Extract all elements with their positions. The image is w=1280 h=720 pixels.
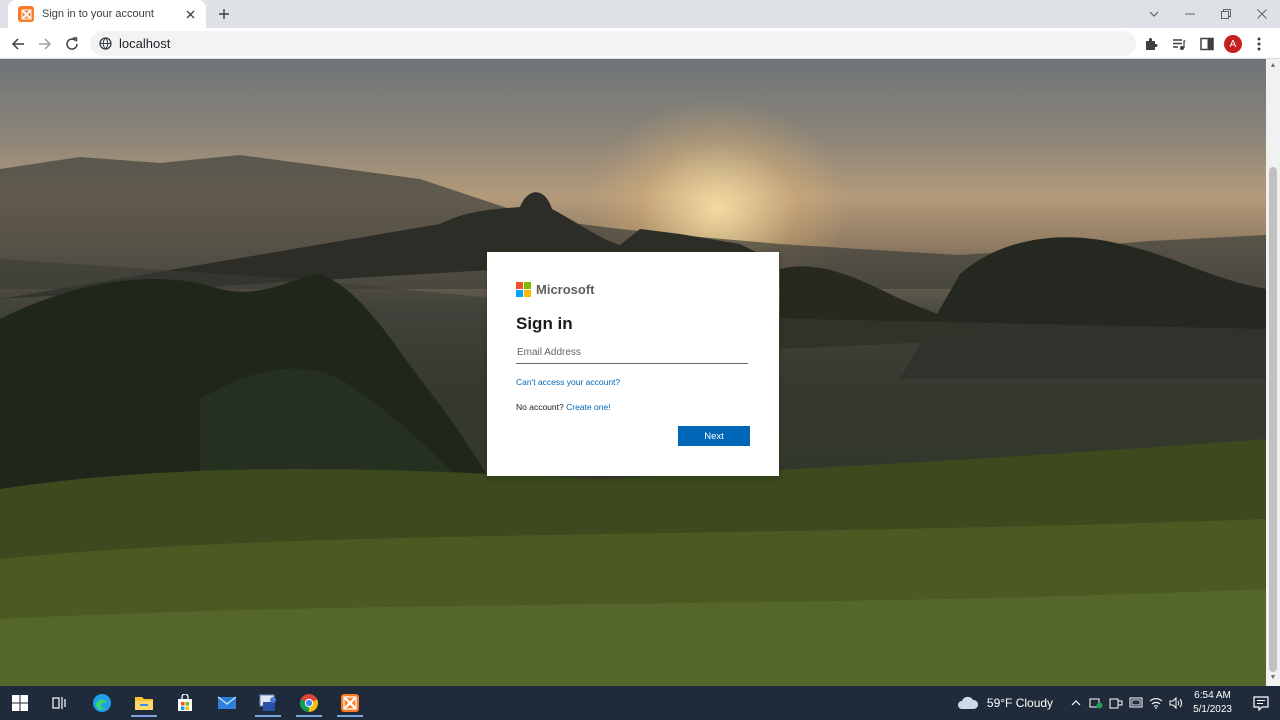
- email-field[interactable]: [516, 342, 748, 364]
- store-icon[interactable]: [168, 689, 202, 717]
- clock-date: 5/1/2023: [1193, 704, 1232, 715]
- back-arrow-icon[interactable]: [6, 32, 30, 56]
- mail-icon[interactable]: [210, 689, 244, 717]
- window-controls: [1136, 0, 1280, 28]
- restore-icon[interactable]: [1208, 0, 1244, 28]
- scroll-thumb[interactable]: [1269, 167, 1277, 672]
- cant-access-link[interactable]: Can't access your account?: [516, 377, 620, 387]
- clock[interactable]: 6:54 AM 5/1/2023: [1193, 689, 1232, 717]
- notification-icon[interactable]: [1246, 688, 1276, 718]
- weather-text: 59°F Cloudy: [986, 696, 1054, 710]
- page-scrollbar[interactable]: ▲ ▼: [1266, 59, 1280, 686]
- app-icon[interactable]: [251, 689, 285, 717]
- xampp-icon[interactable]: [333, 689, 367, 717]
- puzzle-icon[interactable]: [1140, 33, 1162, 55]
- battery-icon[interactable]: [1109, 696, 1123, 710]
- minimize-icon[interactable]: [1172, 0, 1208, 28]
- close-window-icon[interactable]: [1244, 0, 1280, 28]
- chevron-up-icon[interactable]: [1069, 696, 1083, 710]
- clock-time: 6:54 AM: [1194, 690, 1231, 701]
- no-account-row: No account? Create one!: [516, 402, 750, 412]
- next-button[interactable]: Next: [678, 426, 750, 446]
- task-view-icon[interactable]: [43, 689, 77, 717]
- xampp-icon: [18, 6, 34, 22]
- side-panel-icon[interactable]: [1196, 33, 1218, 55]
- browser-tab[interactable]: Sign in to your account: [8, 0, 206, 28]
- brand-name: Microsoft: [536, 281, 595, 297]
- tab-strip: Sign in to your account: [0, 0, 1280, 28]
- system-tray: 59°F Cloudy 6:54 AM 5/1/2023: [957, 686, 1280, 720]
- tab-search-icon[interactable]: [1136, 0, 1172, 28]
- scroll-up-icon[interactable]: ▲: [1269, 62, 1277, 70]
- profile-avatar[interactable]: A: [1224, 35, 1242, 53]
- page-title: Sign in: [516, 314, 573, 333]
- edge-icon[interactable]: [85, 689, 119, 717]
- chrome-icon[interactable]: [292, 689, 326, 717]
- signin-card: Microsoft Sign in Can't access your acco…: [487, 252, 779, 476]
- plus-icon[interactable]: [214, 4, 234, 24]
- cloud-icon: [957, 696, 979, 710]
- media-playlist-icon[interactable]: [1168, 33, 1190, 55]
- start-icon[interactable]: [3, 689, 37, 717]
- page-background: Microsoft Sign in Can't access your acco…: [0, 59, 1266, 686]
- monitor-icon[interactable]: [1129, 696, 1143, 710]
- reload-icon[interactable]: [60, 32, 84, 56]
- scroll-down-icon[interactable]: ▼: [1269, 674, 1277, 682]
- url-text: localhost: [119, 36, 171, 51]
- tray-icons: [1069, 696, 1183, 710]
- toolbar-actions: A: [1140, 32, 1270, 56]
- file-explorer-icon[interactable]: [127, 689, 161, 717]
- microsoft-logo-icon: [516, 281, 531, 297]
- weather-widget[interactable]: 59°F Cloudy: [957, 696, 1053, 710]
- kebab-menu-icon[interactable]: [1248, 33, 1270, 55]
- wifi-icon[interactable]: [1149, 696, 1163, 710]
- site-info-icon[interactable]: [99, 37, 112, 50]
- no-account-text: No account?: [516, 402, 564, 412]
- address-bar[interactable]: localhost: [90, 31, 1136, 56]
- tab-title: Sign in to your account: [42, 8, 154, 20]
- browser-toolbar: localhost A: [0, 28, 1280, 59]
- close-icon[interactable]: [182, 6, 198, 22]
- forward-arrow-icon[interactable]: [33, 32, 57, 56]
- volume-icon[interactable]: [1169, 696, 1183, 710]
- taskbar: 59°F Cloudy 6:54 AM 5/1/2023: [0, 686, 1280, 720]
- create-account-link[interactable]: Create one!: [566, 402, 610, 412]
- brand-row: Microsoft: [516, 281, 750, 297]
- security-icon[interactable]: [1089, 696, 1103, 710]
